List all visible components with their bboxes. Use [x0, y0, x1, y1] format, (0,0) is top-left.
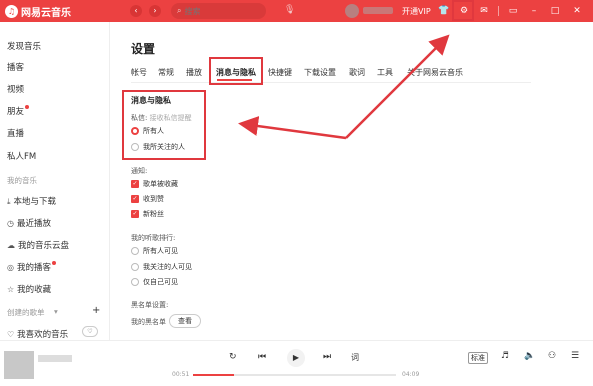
play-button[interactable]: ▶ [287, 349, 305, 367]
next-icon[interactable]: ⏭ [323, 352, 331, 362]
album-cover[interactable] [4, 351, 34, 379]
arrow-to-settings [345, 34, 450, 139]
progress-bar[interactable] [193, 374, 396, 376]
time-total: 04:09 [402, 371, 420, 378]
volume-icon[interactable]: 🔈 [524, 351, 535, 361]
previous-icon[interactable]: ⏮ [258, 352, 266, 362]
quality-button[interactable]: 标准 [468, 352, 488, 364]
time-elapsed: 00:51 [172, 371, 190, 378]
annotation-arrows [238, 34, 450, 140]
arrow-to-privacy [238, 116, 347, 140]
sound-effect-icon[interactable]: ♬ [501, 351, 509, 361]
lyrics-button[interactable]: 词 [351, 352, 359, 363]
repeat-icon[interactable]: ↻ [229, 352, 237, 362]
progress-fill [193, 374, 234, 376]
song-info-redacted [38, 355, 72, 362]
listen-together-icon[interactable]: ⚇ [548, 351, 556, 361]
playlist-icon[interactable]: ☰ [571, 351, 579, 361]
